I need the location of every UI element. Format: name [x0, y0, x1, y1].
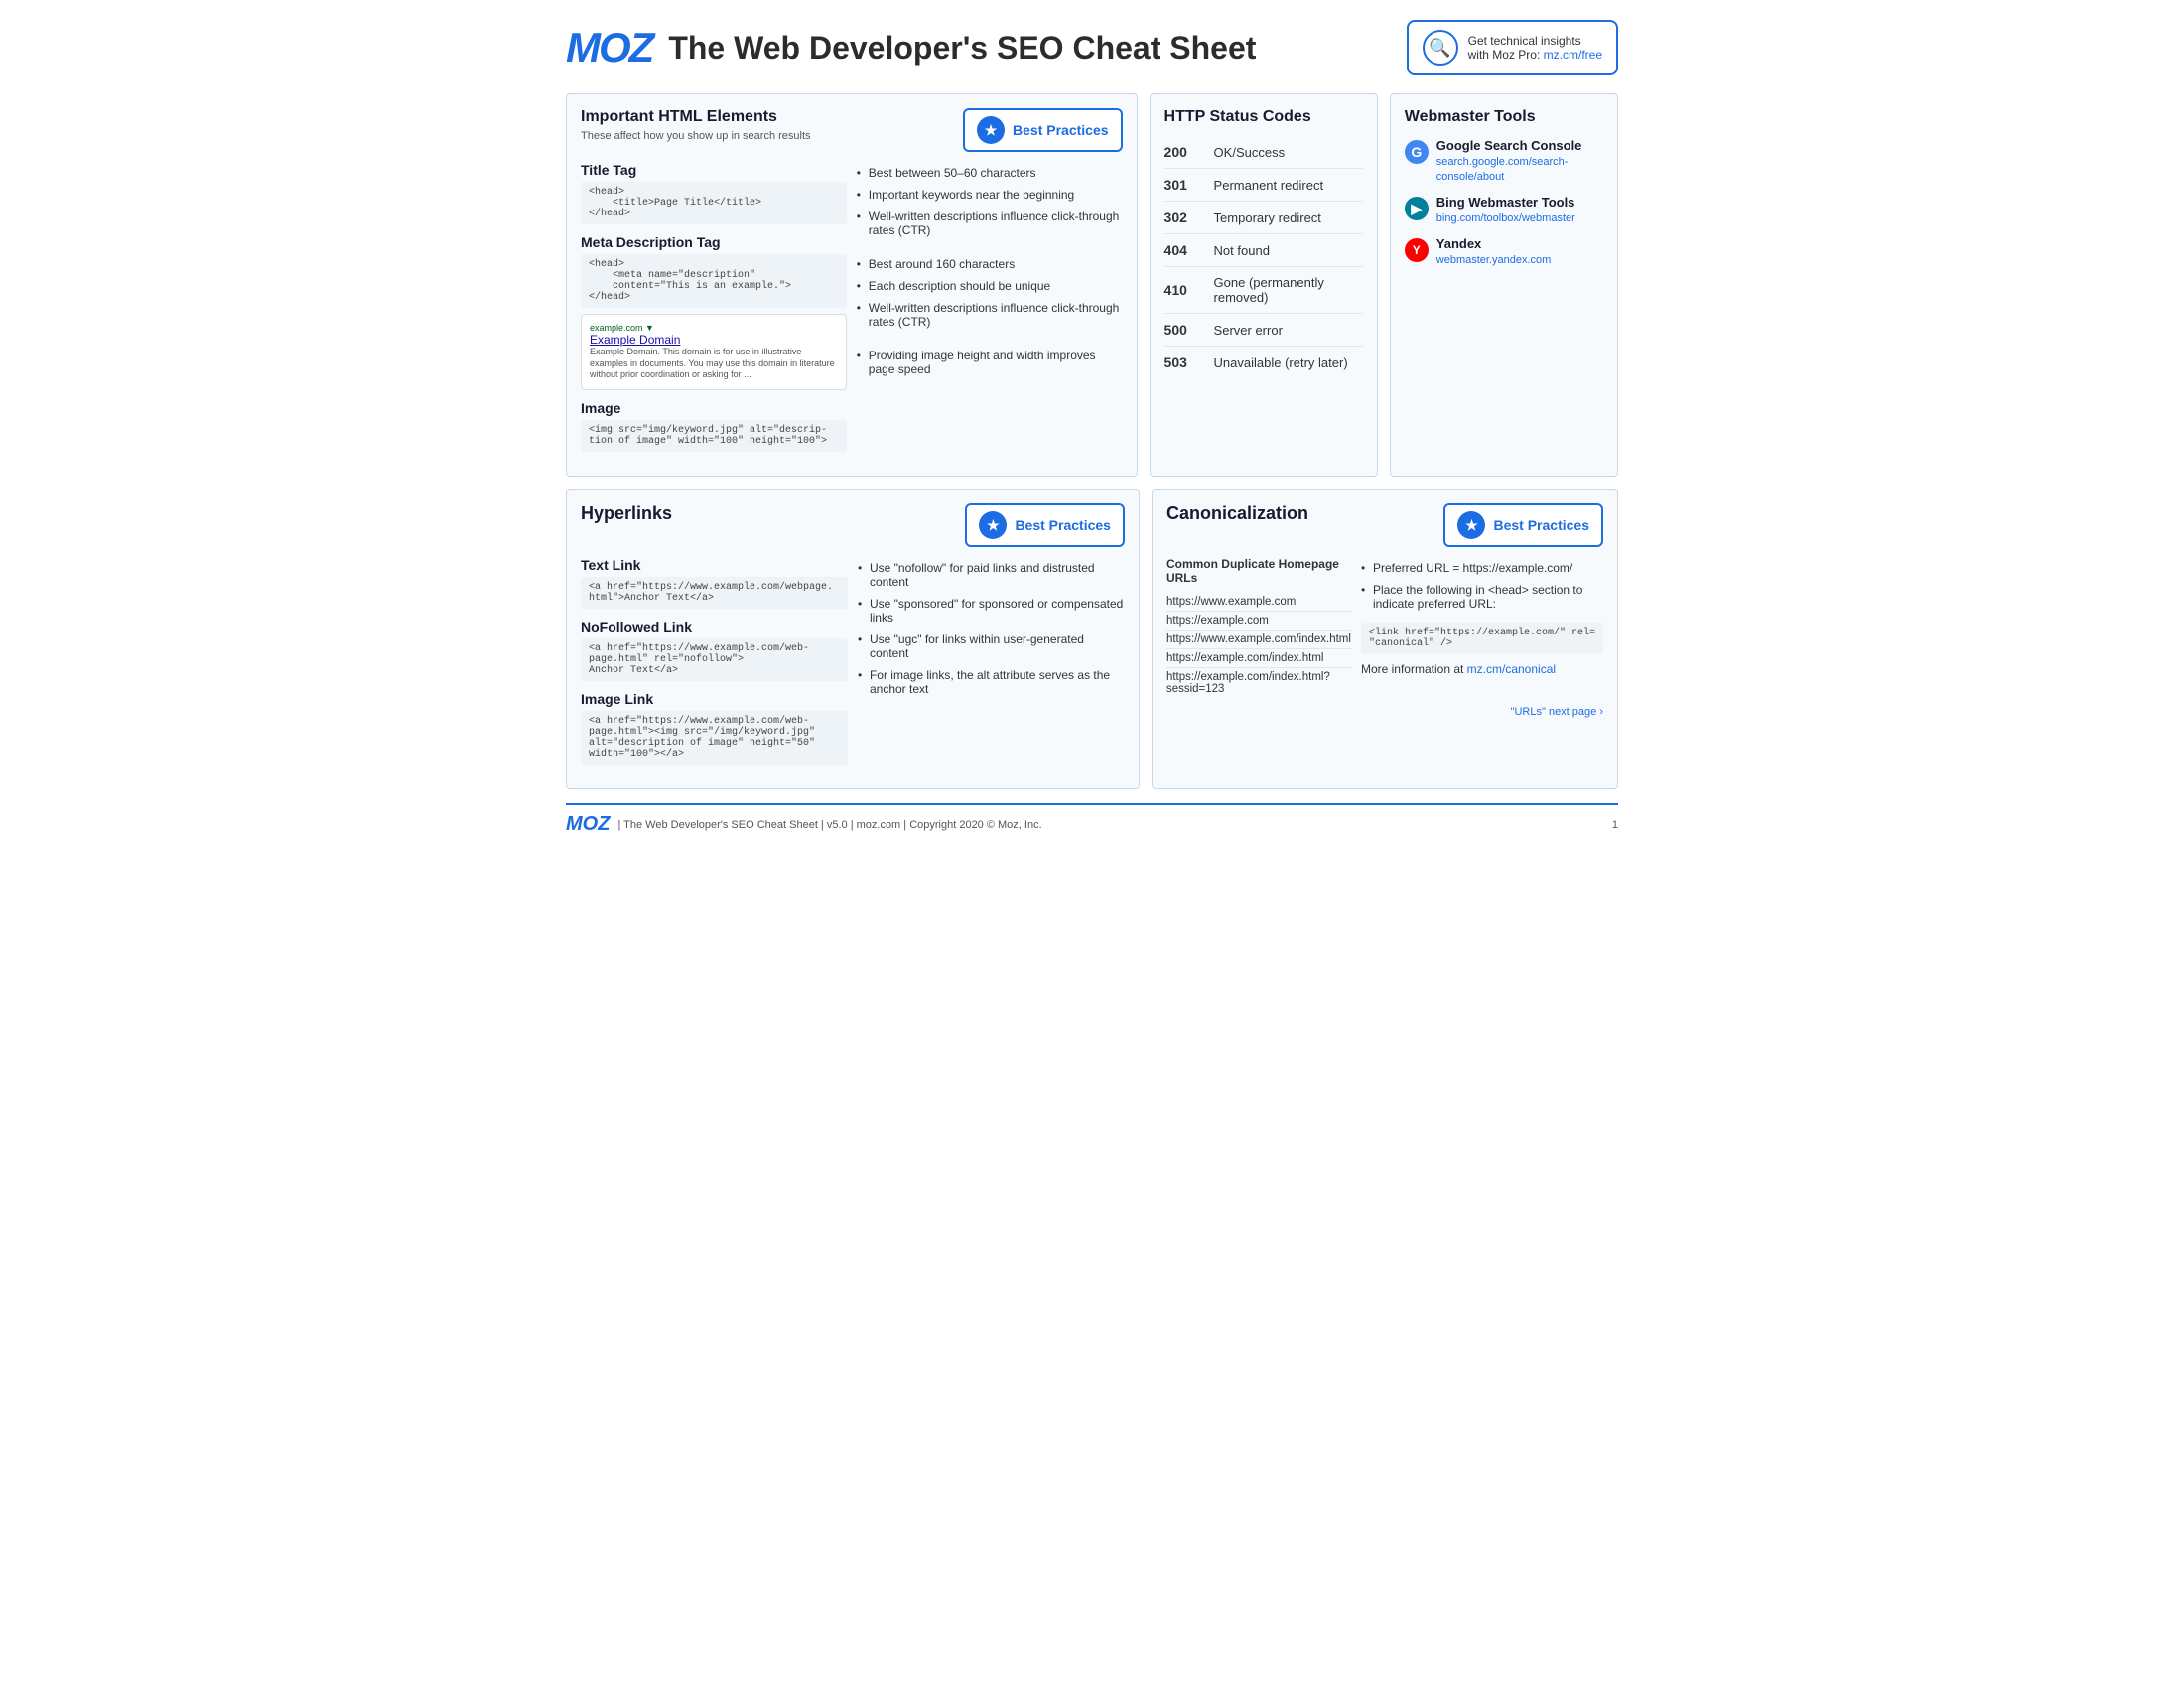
- nofollowed-link-block: NoFollowed Link <a href="https://www.exa…: [581, 619, 848, 681]
- footer-left: MOZ | The Web Developer's SEO Cheat Shee…: [566, 813, 1042, 836]
- title-tag-name: Title Tag: [581, 162, 847, 178]
- header-promo: 🔍 Get technical insights with Moz Pro: m…: [1407, 20, 1618, 75]
- bing-details: Bing Webmaster Tools bing.com/toolbox/we…: [1436, 195, 1575, 224]
- duplicate-title: Common Duplicate Homepage URLs: [1166, 557, 1351, 585]
- yandex-url[interactable]: webmaster.yandex.com: [1436, 254, 1552, 266]
- yandex-details: Yandex webmaster.yandex.com: [1436, 236, 1552, 266]
- hyperlinks-title: Hyperlinks: [581, 503, 672, 524]
- bing-icon: ▶: [1405, 197, 1429, 220]
- serp-title: Example Domain: [590, 333, 838, 347]
- canon-bp-icon: ★: [1457, 511, 1485, 539]
- google-icon: G: [1405, 140, 1429, 164]
- http-status-section: HTTP Status Codes 200 OK/Success 301 Per…: [1150, 93, 1378, 477]
- promo-icon: 🔍: [1423, 30, 1458, 66]
- bing-webmaster-item: ▶ Bing Webmaster Tools bing.com/toolbox/…: [1405, 195, 1603, 224]
- header-title: The Web Developer's SEO Cheat Sheet: [668, 30, 1256, 67]
- yandex-item: Y Yandex webmaster.yandex.com: [1405, 236, 1603, 266]
- image-practices: Providing image height and width improve…: [857, 345, 1123, 380]
- serp-url: example.com ▼: [590, 323, 838, 333]
- next-page: "URLs" next page ›: [1166, 706, 1603, 718]
- status-row-200: 200 OK/Success: [1164, 136, 1363, 169]
- html-best-practices-badge: ★ Best Practices: [963, 108, 1123, 152]
- status-row-503: 503 Unavailable (retry later): [1164, 347, 1363, 378]
- google-details: Google Search Console search.google.com/…: [1436, 138, 1603, 183]
- yandex-icon: Y: [1405, 238, 1429, 262]
- moz-logo: MOZ: [566, 24, 652, 71]
- footer: MOZ | The Web Developer's SEO Cheat Shee…: [566, 803, 1618, 836]
- footer-text: | The Web Developer's SEO Cheat Sheet | …: [617, 819, 1041, 831]
- canon-link[interactable]: mz.cm/canonical: [1467, 662, 1556, 676]
- image-link-block: Image Link <a href="https://www.example.…: [581, 691, 848, 765]
- serp-preview: example.com ▼ Example Domain Example Dom…: [581, 314, 847, 390]
- image-block: Image <img src="img/keyword.jpg" alt="de…: [581, 400, 847, 452]
- status-row-404: 404 Not found: [1164, 234, 1363, 267]
- webmaster-tools-title: Webmaster Tools: [1405, 108, 1603, 126]
- hyperlinks-section: Hyperlinks ★ Best Practices Text Link <a…: [566, 489, 1140, 789]
- title-tag-bp-list: Best between 50–60 characters Important …: [857, 162, 1123, 241]
- http-status-title: HTTP Status Codes: [1164, 108, 1363, 126]
- google-url[interactable]: search.google.com/search-console/about: [1436, 156, 1569, 183]
- hyperlinks-best-practices-badge: ★ Best Practices: [965, 503, 1125, 547]
- meta-desc-code: <head> <meta name="description" content=…: [581, 254, 847, 308]
- footer-logo: MOZ: [566, 813, 610, 836]
- hyperlinks-bp-icon: ★: [979, 511, 1007, 539]
- footer-page-number: 1: [1612, 819, 1618, 831]
- canon-title: Canonicalization: [1166, 503, 1308, 524]
- html-elements-subtitle: These affect how you show up in search r…: [581, 130, 811, 142]
- title-tag-practices: Best between 50–60 characters Important …: [857, 162, 1123, 241]
- hyperlinks-bp-list: Use "nofollow" for paid links and distru…: [858, 557, 1125, 700]
- canon-bp-list: Preferred URL = https://example.com/ Pla…: [1361, 557, 1603, 615]
- status-row-302: 302 Temporary redirect: [1164, 202, 1363, 234]
- status-table: 200 OK/Success 301 Permanent redirect 30…: [1164, 136, 1363, 378]
- status-row-500: 500 Server error: [1164, 314, 1363, 347]
- title-tag-block: Title Tag <head> <title>Page Title</titl…: [581, 162, 847, 224]
- promo-text: Get technical insights with Moz Pro: mz.…: [1468, 34, 1602, 62]
- image-name: Image: [581, 400, 847, 416]
- header-left: MOZ The Web Developer's SEO Cheat Sheet: [566, 24, 1256, 71]
- canonicalization-section: Canonicalization ★ Best Practices Common…: [1152, 489, 1618, 789]
- canon-best-practices-badge: ★ Best Practices: [1443, 503, 1603, 547]
- meta-desc-name: Meta Description Tag: [581, 234, 847, 250]
- promo-link[interactable]: mz.cm/free: [1544, 48, 1602, 62]
- html-elements-section: Important HTML Elements These affect how…: [566, 93, 1138, 477]
- image-bp-list: Providing image height and width improve…: [857, 345, 1123, 380]
- header: MOZ The Web Developer's SEO Cheat Sheet …: [566, 20, 1618, 75]
- text-link-block: Text Link <a href="https://www.example.c…: [581, 557, 848, 609]
- google-search-console-item: G Google Search Console search.google.co…: [1405, 138, 1603, 183]
- canon-more-info: More information at mz.cm/canonical: [1361, 662, 1603, 676]
- status-row-301: 301 Permanent redirect: [1164, 169, 1363, 202]
- meta-desc-block: Meta Description Tag <head> <meta name="…: [581, 234, 847, 390]
- serp-desc: Example Domain. This domain is for use i…: [590, 347, 838, 381]
- meta-bp-list: Best around 160 characters Each descript…: [857, 253, 1123, 333]
- image-code: <img src="img/keyword.jpg" alt="descrip-…: [581, 420, 847, 452]
- meta-desc-practices: Best around 160 characters Each descript…: [857, 253, 1123, 333]
- bp-icon: ★: [977, 116, 1005, 144]
- webmaster-tools-section: Webmaster Tools G Google Search Console …: [1390, 93, 1618, 477]
- bing-url[interactable]: bing.com/toolbox/webmaster: [1436, 212, 1575, 224]
- html-elements-title: Important HTML Elements: [581, 108, 811, 126]
- title-tag-code: <head> <title>Page Title</title> </head>: [581, 182, 847, 224]
- status-row-410: 410 Gone (permanently removed): [1164, 267, 1363, 314]
